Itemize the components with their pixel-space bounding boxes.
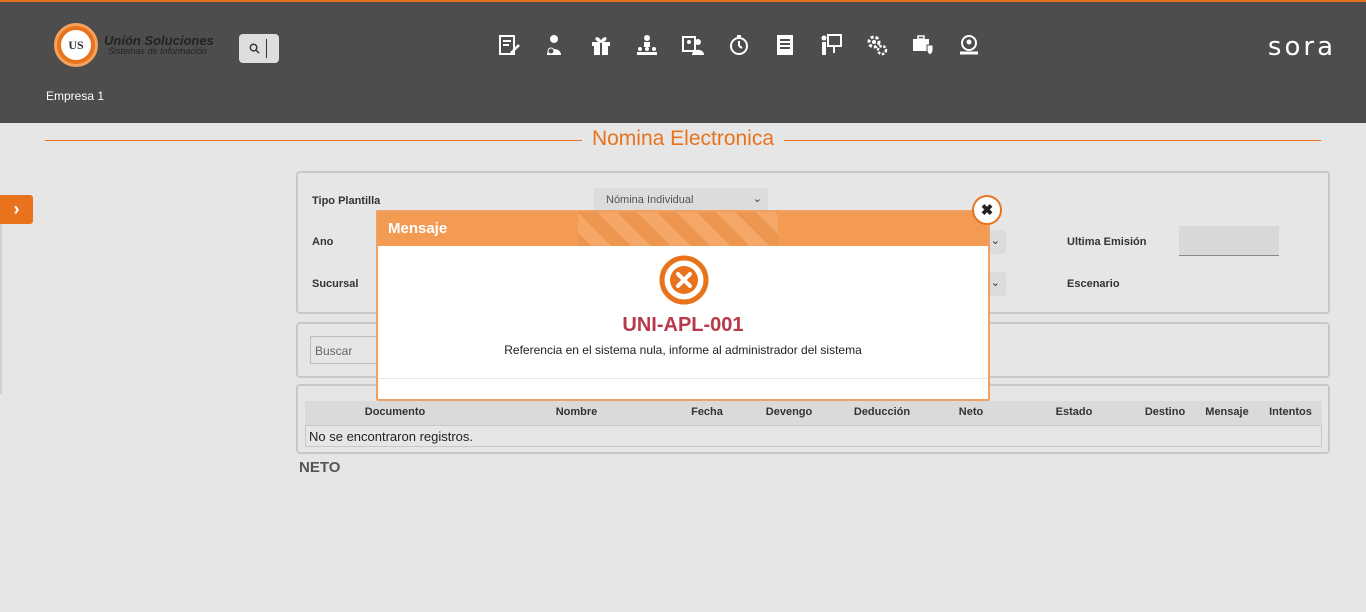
brand-logo: sora (1267, 32, 1336, 62)
security-users-icon[interactable] (954, 30, 984, 60)
col-destino[interactable]: Destino (1135, 406, 1195, 418)
presentation-icon[interactable] (816, 30, 846, 60)
shield-briefcase-icon[interactable] (908, 30, 938, 60)
tipo-plantilla-value: Nómina Individual (606, 194, 694, 206)
error-icon (659, 255, 709, 305)
search-icon (249, 43, 260, 54)
col-neto[interactable]: Neto (929, 406, 1013, 418)
user-money-icon[interactable] (540, 30, 570, 60)
dialog-title: Mensaje (388, 220, 448, 237)
tipo-plantilla-label: Tipo Plantilla (312, 195, 381, 207)
table-empty-row: No se encontraron registros. (305, 425, 1322, 447)
logo-badge-text: US (61, 30, 91, 60)
gift-icon[interactable] (586, 30, 616, 60)
col-nombre[interactable]: Nombre (485, 406, 668, 418)
escenario-label: Escenario (1067, 278, 1120, 290)
chevron-down-icon: ⌄ (990, 235, 1000, 247)
sucursal-label: Sucursal (312, 278, 359, 290)
app-header: US Unión Soluciones Sistemas de Informac… (0, 0, 1366, 123)
tipo-plantilla-select[interactable]: Nómina Individual ⌄ (594, 188, 768, 212)
logo-badge: US (54, 23, 98, 67)
message-dialog: Mensaje UNI-APL-001 Referencia en el sis… (376, 210, 990, 401)
page-title-bar: Nomina Electronica (45, 127, 1321, 153)
chevron-down-icon: ⌄ (752, 193, 762, 205)
main-nav (494, 30, 984, 60)
col-intentos[interactable]: Intentos (1259, 406, 1322, 418)
sidebar-edge (0, 224, 2, 394)
contacts-icon[interactable] (678, 30, 708, 60)
header-search-button[interactable] (239, 34, 279, 63)
document-icon[interactable] (770, 30, 800, 60)
org-chart-icon[interactable] (632, 30, 662, 60)
error-message: Referencia en el sistema nula, informe a… (504, 343, 862, 357)
settings-gears-icon[interactable] (862, 30, 892, 60)
edit-document-icon[interactable] (494, 30, 524, 60)
sidebar-toggle-button[interactable]: › (0, 195, 33, 224)
col-mensaje[interactable]: Mensaje (1195, 406, 1259, 418)
ano-label: Ano (312, 236, 334, 248)
error-code: UNI-APL-001 (622, 314, 744, 336)
table-header: Documento Nombre Fecha Devengo Deducción… (305, 401, 1322, 425)
chevron-right-icon: › (13, 199, 20, 219)
col-documento[interactable]: Documento (305, 406, 485, 418)
col-deduccion[interactable]: Deducción (835, 406, 929, 418)
col-estado[interactable]: Estado (1013, 406, 1135, 418)
stopwatch-icon[interactable] (724, 30, 754, 60)
page-title: Nomina Electronica (581, 127, 785, 151)
logo[interactable]: US Unión Soluciones Sistemas de Informac… (54, 23, 214, 67)
neto-label: NETO (299, 459, 341, 476)
dialog-header: Mensaje (378, 212, 988, 246)
close-icon: ✖ (980, 202, 994, 219)
col-devengo[interactable]: Devengo (743, 406, 835, 418)
dialog-footer-divider (378, 378, 988, 379)
ultima-emision-label: Ultima Emisión (1067, 236, 1147, 248)
dialog-close-button[interactable]: ✖ (972, 195, 1002, 225)
company-name: Empresa 1 (46, 89, 105, 103)
logo-subtitle: Sistemas de Información (108, 46, 208, 56)
chevron-down-icon: ⌄ (990, 277, 1000, 289)
col-fecha[interactable]: Fecha (671, 406, 743, 418)
ultima-emision-field[interactable] (1179, 226, 1279, 256)
